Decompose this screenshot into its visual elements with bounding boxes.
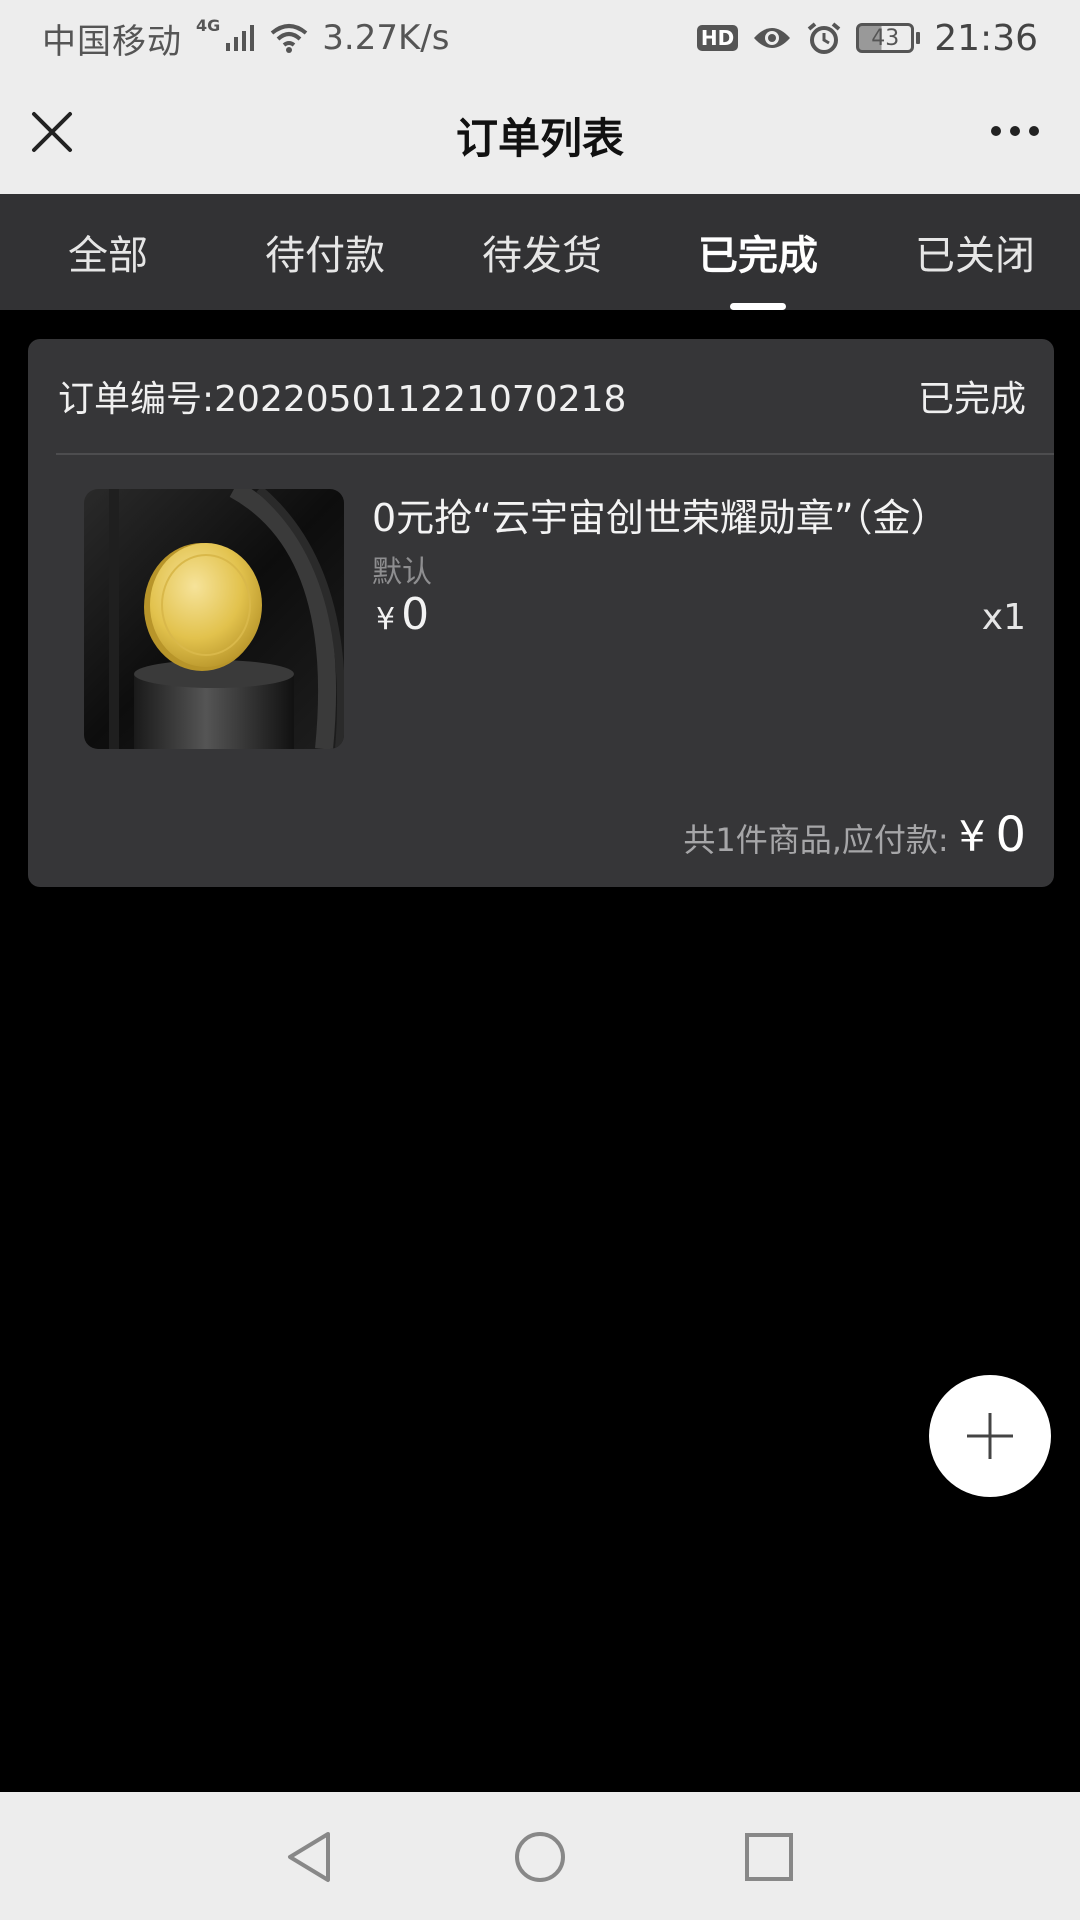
order-number-value: 202205011221070218 <box>214 379 627 420</box>
home-icon[interactable] <box>511 1828 569 1886</box>
wifi-icon <box>270 24 308 53</box>
order-total: 共1件商品,应付款: ¥ 0 <box>683 807 1026 863</box>
signal-icon <box>226 25 255 51</box>
battery-level: 43 <box>856 23 915 53</box>
product-quantity: x1 <box>981 597 1026 638</box>
order-status: 已完成 <box>917 379 1026 420</box>
system-nav-bar <box>0 1792 1080 1920</box>
eye-icon <box>754 28 791 48</box>
back-icon[interactable] <box>280 1828 338 1886</box>
add-button[interactable] <box>929 1375 1051 1497</box>
product-name[interactable]: 0元抢“云宇宙创世荣耀勋章”（金） <box>372 487 949 542</box>
currency-symbol: ¥ <box>376 602 396 637</box>
tab-label: 全部 <box>68 233 148 279</box>
tab-label: 待发货 <box>482 233 602 279</box>
network-speed: 3.27K/s <box>322 18 450 58</box>
order-tabs: 全部 待付款 待发货 已完成 已关闭 <box>0 194 1080 310</box>
nav-bar: 订单列表 <box>0 76 1080 194</box>
tab-pending-payment[interactable]: 待付款 <box>245 194 405 310</box>
battery-icon: 43 <box>856 23 921 53</box>
carrier-name: 中国移动 <box>42 21 182 62</box>
product-price: ¥ 0 <box>376 589 429 640</box>
divider <box>56 453 1054 455</box>
close-icon[interactable] <box>30 110 74 154</box>
recents-icon[interactable] <box>740 1828 798 1886</box>
tab-pending-shipment[interactable]: 待发货 <box>462 194 622 310</box>
status-bar-right: HD 43 21:36 <box>696 17 1038 59</box>
tab-all[interactable]: 全部 <box>28 194 188 310</box>
total-label: 共1件商品,应付款: <box>683 821 949 859</box>
product-spec: 默认 <box>372 555 432 590</box>
product-image[interactable] <box>84 489 344 749</box>
status-bar-left: 中国移动 4G 3.27K/s <box>42 14 449 63</box>
tab-label: 待付款 <box>265 233 385 279</box>
plus-icon <box>967 1413 1013 1459</box>
network-badge: 4G <box>196 15 221 35</box>
tab-completed[interactable]: 已完成 <box>678 194 838 310</box>
order-number-label: 订单编号: <box>58 379 215 420</box>
order-header: 订单编号:202205011221070218 已完成 <box>28 339 1054 453</box>
price-amount: 0 <box>401 589 430 640</box>
alarm-icon <box>807 22 841 54</box>
status-bar: 中国移动 4G 3.27K/s HD 43 21:36 <box>0 0 1080 76</box>
total-amount: 0 <box>995 807 1026 863</box>
hd-badge: HD <box>696 25 739 51</box>
tab-label: 已关闭 <box>915 233 1035 279</box>
clock: 21:36 <box>934 17 1038 59</box>
total-currency: ¥ <box>958 812 986 861</box>
order-number: 订单编号:202205011221070218 <box>58 370 626 422</box>
active-tab-indicator <box>730 303 786 310</box>
tab-label: 已完成 <box>698 233 818 279</box>
page-title: 订单列表 <box>455 113 624 163</box>
order-card[interactable]: 订单编号:202205011221070218 已完成 0元抢“云宇宙创世荣耀勋… <box>28 339 1054 887</box>
more-icon[interactable] <box>990 116 1040 146</box>
tab-closed[interactable]: 已关闭 <box>895 194 1055 310</box>
